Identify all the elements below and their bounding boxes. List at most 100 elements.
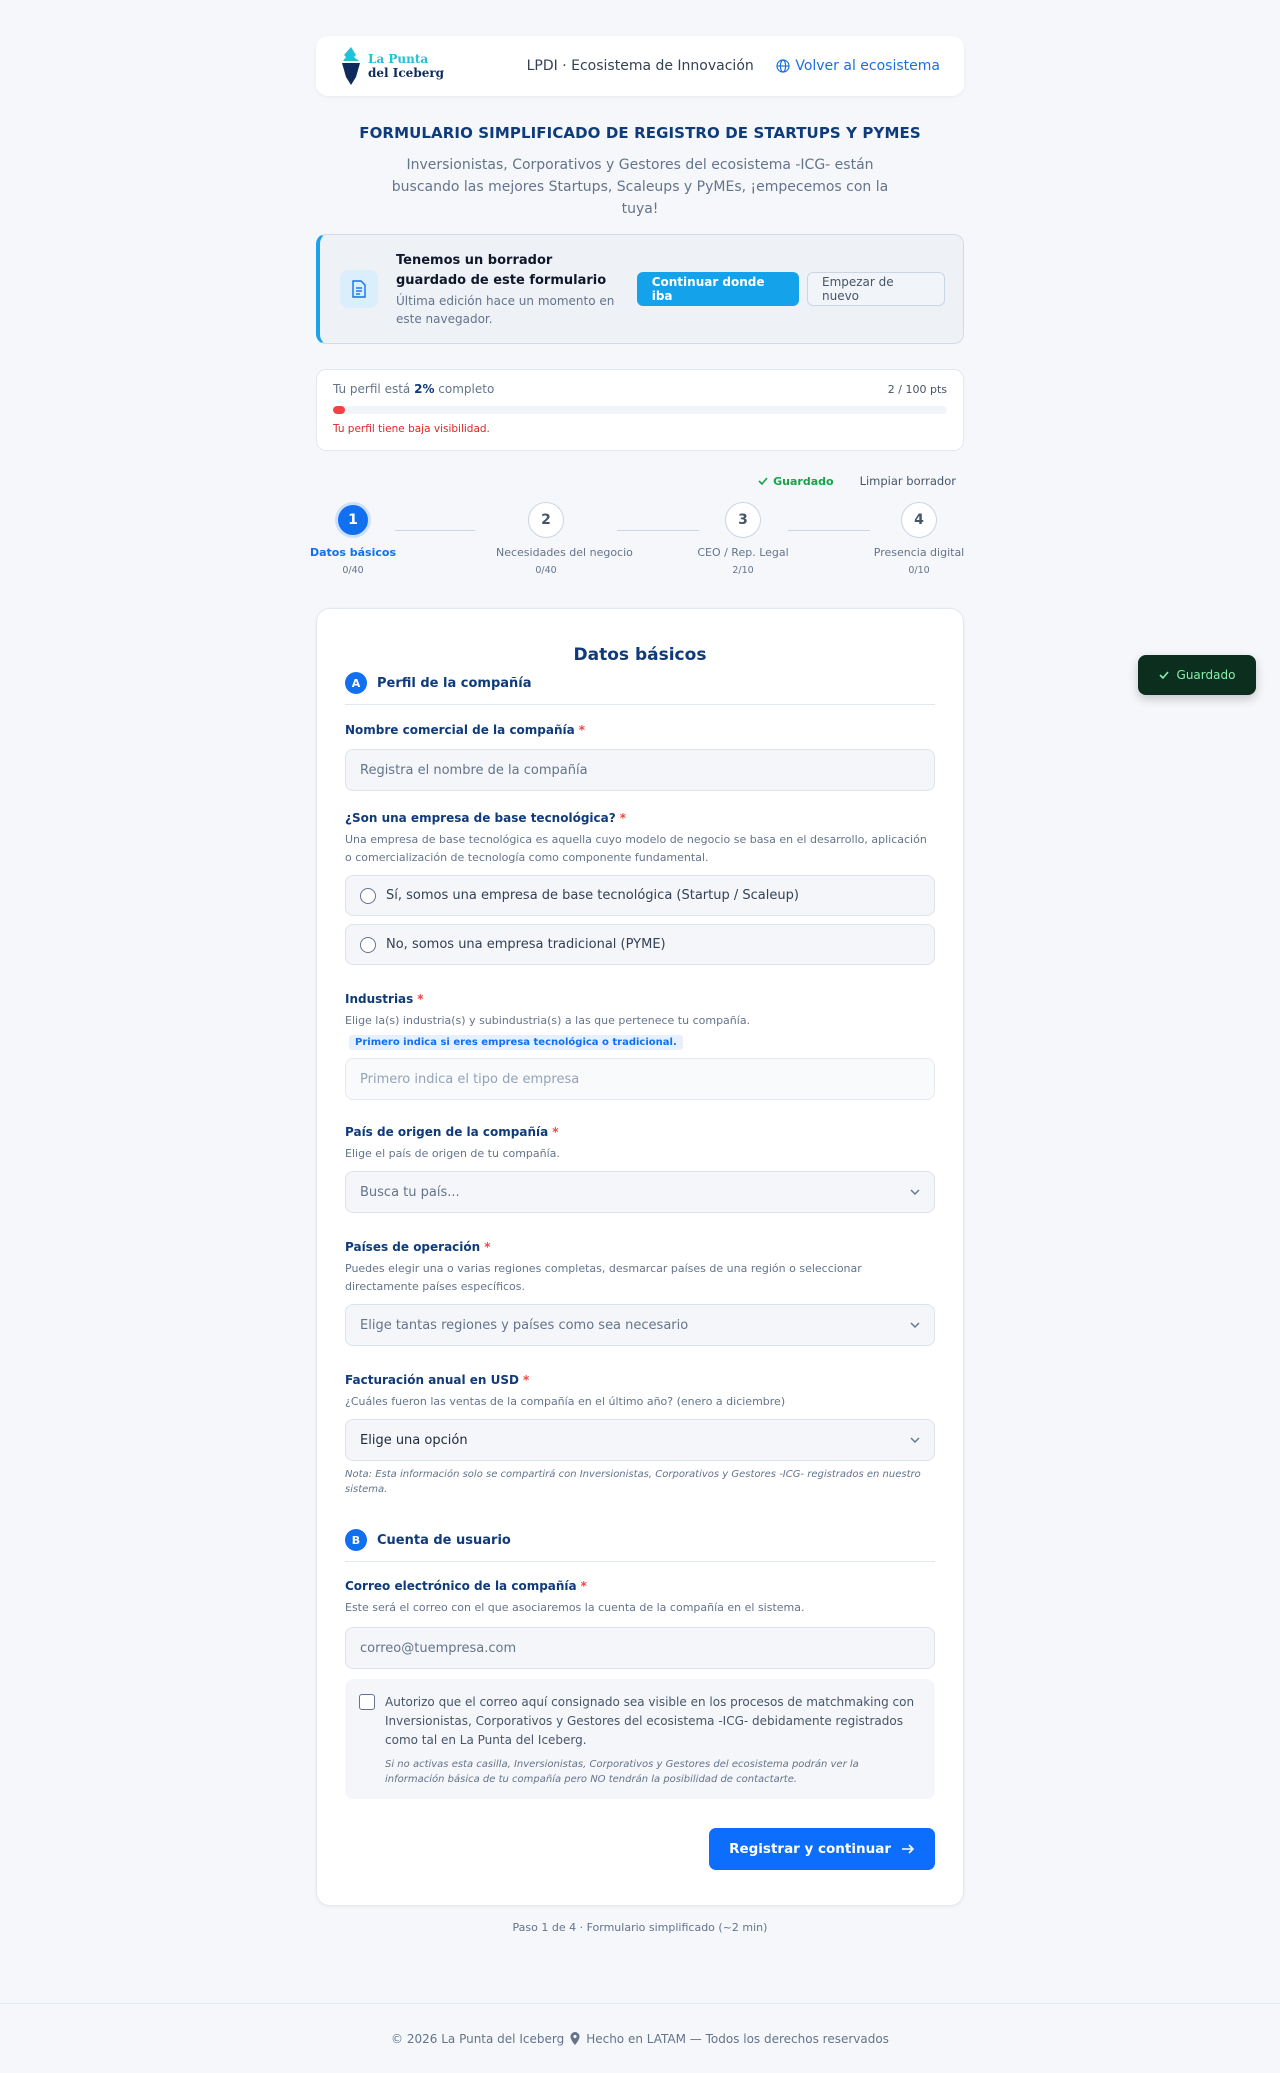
revenue-note: Nota: Esta información solo se compartir… <box>345 1469 921 1495</box>
step-2[interactable]: 2 Necesidades del negocio 0/40 <box>496 502 633 576</box>
step-count: 0/40 <box>342 565 364 576</box>
saved-toast: Guardado <box>1138 655 1256 695</box>
required-mark: * <box>552 1125 559 1139</box>
check-icon <box>758 477 768 486</box>
consent-text: Autorizo que el correo aquí consignado s… <box>385 1695 915 1747</box>
back-link-label: Volver al ecosistema <box>795 58 940 74</box>
progress-bar-fill <box>333 406 346 414</box>
required-mark: * <box>580 1579 587 1593</box>
radio-startup[interactable]: Sí, somos una empresa de base tecnológic… <box>345 875 935 916</box>
logo-line-2: del Iceberg <box>368 66 445 80</box>
step-3[interactable]: 3 CEO / Rep. Legal 2/10 <box>693 502 793 576</box>
field-help: Puedes elegir una o varias regiones comp… <box>345 1262 862 1293</box>
step-count: 0/10 <box>908 565 930 576</box>
hint-chip: Primero indica si eres empresa tecnológi… <box>349 1035 683 1050</box>
globe-icon <box>776 59 790 73</box>
section-badge: A <box>345 672 367 694</box>
submit-label: Registrar y continuar <box>729 1841 891 1857</box>
field-help: Este será el correo con el que asociarem… <box>345 1601 805 1614</box>
form-stepper: 1 Datos básicos 0/40 2 Necesidades del n… <box>310 502 964 582</box>
page-footer: © 2026 La Punta del Iceberg Hecho en LAT… <box>0 2003 1280 2073</box>
clear-draft-link[interactable]: Limpiar borrador <box>860 474 956 488</box>
field-help: Elige el país de origen de tu compañía. <box>345 1147 560 1160</box>
chevron-down-icon <box>910 1189 920 1195</box>
visibility-warning: Tu perfil tiene baja visibilidad. <box>333 423 490 435</box>
field-tech-based: ¿Son una empresa de base tecnológica? * U… <box>345 811 935 965</box>
company-name-input[interactable]: Registra el nombre de la compañía <box>345 749 935 791</box>
step-label: Necesidades del negocio <box>496 546 633 559</box>
consent-note: Si no activas esta casilla, Inversionist… <box>385 1759 859 1785</box>
field-help: Elige la(s) industria(s) y subindustria(… <box>345 1014 751 1027</box>
field-country: País de origen de la compañía * Elige el … <box>345 1125 935 1213</box>
section-company-profile: A Perfil de la compañía <box>345 672 935 705</box>
step-footer-text: Paso 1 de 4 · Formulario simplificado (~… <box>512 1921 768 1934</box>
field-revenue: Facturación anual en USD * ¿Cuáles fueron… <box>345 1373 935 1497</box>
radio-circle <box>360 936 376 953</box>
back-to-ecosystem-link[interactable]: Volver al ecosistema <box>776 58 940 74</box>
field-label: Países de operación <box>345 1240 481 1254</box>
draft-title: Tenemos un borrador guardado de este for… <box>396 252 607 288</box>
step-1[interactable]: 1 Datos básicos 0/40 <box>303 502 403 576</box>
step-connector <box>788 530 870 531</box>
check-icon <box>1158 671 1169 680</box>
iceberg-logo-icon <box>342 47 360 85</box>
continue-draft-button[interactable]: Continuar donde iba <box>636 272 799 306</box>
draft-status-row: Guardado Limpiar borrador <box>316 474 964 488</box>
step-number: 3 <box>725 502 761 538</box>
select-placeholder: Busca tu país... <box>360 1184 460 1200</box>
radio-pyme[interactable]: No, somos una empresa tradicional (PYME) <box>345 924 935 965</box>
step-number: 4 <box>901 502 937 538</box>
step-label: Datos básicos <box>310 546 396 559</box>
field-industries: Industrias * Elige la(s) industria(s) y s… <box>345 992 935 1100</box>
required-mark: * <box>578 723 586 737</box>
consent-checkbox[interactable] <box>359 1694 375 1710</box>
select-value: Elige una opción <box>360 1432 468 1448</box>
field-label: Facturación anual en USD <box>345 1373 519 1387</box>
required-mark: * <box>522 1373 530 1387</box>
field-label: ¿Son una empresa de base tecnológica? <box>345 811 616 825</box>
section-title: Perfil de la compañía <box>377 675 532 691</box>
saved-indicator: Guardado <box>758 475 834 488</box>
progress-text: Tu perfil está 2% completo <box>333 382 495 396</box>
page-title: FORMULARIO SIMPLIFICADO DE REGISTRO DE S… <box>359 124 921 142</box>
form-card: Datos básicos A Perfil de la compañía No… <box>316 608 964 1906</box>
country-select[interactable]: Busca tu país... <box>345 1171 935 1213</box>
map-pin-icon <box>570 2032 580 2045</box>
progress-percent: 2% <box>414 382 435 396</box>
email-input[interactable]: correo@tuempresa.com <box>345 1627 935 1669</box>
required-mark: * <box>484 1240 491 1254</box>
form-title: Datos básicos <box>573 645 707 665</box>
draft-description: Última edición hace un momento en este n… <box>396 293 615 326</box>
field-label: Nombre comercial de la compañía <box>345 723 575 737</box>
section-title: Cuenta de usuario <box>377 1532 511 1548</box>
footer-tagline: Hecho en LATAM — Todos los derechos rese… <box>586 2031 889 2046</box>
logo[interactable]: La Punta del Iceberg <box>340 47 444 85</box>
draft-banner: Tenemos un borrador guardado de este for… <box>316 234 964 344</box>
profile-progress-card: Tu perfil está 2% completo 2 / 100 pts T… <box>316 369 964 451</box>
field-label: Industrias <box>345 992 414 1006</box>
logo-line-1: La Punta <box>368 52 429 66</box>
revenue-select[interactable]: Elige una opción <box>345 1419 935 1461</box>
field-help: Una empresa de base tecnológica es aquel… <box>345 833 927 864</box>
page-subtitle: Inversionistas, Corporativos y Gestores … <box>391 157 889 217</box>
field-label: País de origen de la compañía <box>345 1125 549 1139</box>
step-connector <box>395 530 475 531</box>
submit-continue-button[interactable]: Registrar y continuar <box>709 1828 935 1870</box>
required-mark: * <box>619 811 626 825</box>
step-label: CEO / Rep. Legal <box>697 546 789 559</box>
industries-input[interactable]: Primero indica el tipo de empresa <box>345 1058 935 1100</box>
section-badge: B <box>345 1529 367 1551</box>
radio-label: No, somos una empresa tradicional (PYME) <box>386 937 666 952</box>
section-user-account: B Cuenta de usuario <box>345 1529 935 1562</box>
field-email: Correo electrónico de la compañía * Este … <box>345 1579 935 1669</box>
field-label: Correo electrónico de la compañía <box>345 1579 577 1593</box>
operation-select[interactable]: Elige tantas regiones y países como sea … <box>345 1304 935 1346</box>
step-number: 1 <box>335 502 371 538</box>
step-4[interactable]: 4 Presencia digital 0/10 <box>869 502 969 576</box>
header-subtitle: LPDI · Ecosistema de Innovación <box>526 58 754 74</box>
radio-label: Sí, somos una empresa de base tecnológic… <box>386 888 799 903</box>
restart-button[interactable]: Empezar de nuevo <box>806 272 945 306</box>
arrow-right-icon <box>902 1844 915 1854</box>
copyright: © 2026 La Punta del Iceberg <box>391 2031 565 2046</box>
progress-bar <box>333 406 947 414</box>
